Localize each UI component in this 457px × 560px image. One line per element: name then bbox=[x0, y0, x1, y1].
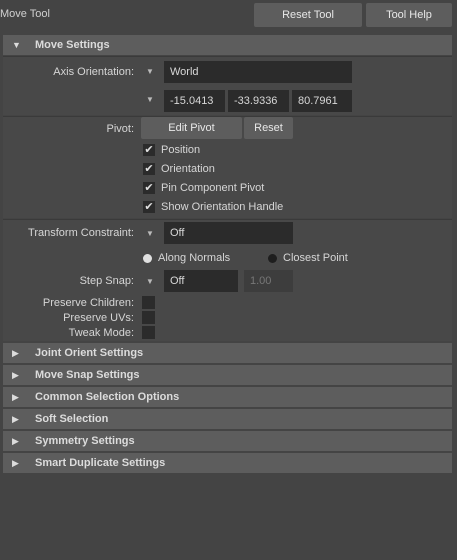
checkmark-icon[interactable]: ✔ bbox=[143, 201, 155, 213]
section-title: Symmetry Settings bbox=[35, 435, 135, 447]
along-normals-label: Along Normals bbox=[158, 252, 231, 264]
closest-point-label: Closest Point bbox=[283, 252, 348, 264]
section-common-selection-options[interactable]: ▶ Common Selection Options bbox=[3, 387, 452, 407]
section-move-snap-settings[interactable]: ▶ Move Snap Settings bbox=[3, 365, 452, 385]
position-label: Position bbox=[161, 144, 201, 156]
chevron-right-icon: ▶ bbox=[12, 391, 19, 402]
tweak-mode-checkbox[interactable] bbox=[142, 326, 155, 339]
section-title: Move Settings bbox=[35, 39, 110, 51]
show-orientation-handle-checkbox-row[interactable]: ✔ Show Orientation Handle bbox=[143, 201, 283, 213]
dropdown-arrow-icon: ▼ bbox=[146, 67, 154, 76]
section-move-settings[interactable]: ▼ Move Settings bbox=[3, 35, 452, 55]
window-title: Move Tool bbox=[0, 8, 50, 20]
section-title: Common Selection Options bbox=[35, 391, 180, 403]
chevron-right-icon: ▶ bbox=[12, 347, 19, 358]
preserve-uvs-label: Preserve UVs: bbox=[63, 312, 134, 324]
chevron-right-icon: ▶ bbox=[12, 457, 19, 468]
tool-help-button[interactable]: Tool Help bbox=[366, 3, 452, 27]
step-snap-dropdown[interactable]: Off bbox=[164, 270, 238, 292]
transform-constraint-dropdown[interactable]: Off bbox=[164, 222, 293, 244]
pin-component-pivot-checkbox-row[interactable]: ✔ Pin Component Pivot bbox=[143, 182, 264, 194]
section-title: Smart Duplicate Settings bbox=[35, 457, 166, 469]
coord-z-field[interactable]: 80.7961 bbox=[292, 90, 352, 112]
chevron-right-icon: ▶ bbox=[12, 435, 19, 446]
dropdown-arrow-icon: ▼ bbox=[146, 229, 154, 238]
transform-constraint-label: Transform Constraint: bbox=[28, 227, 134, 239]
edit-pivot-button[interactable]: Edit Pivot bbox=[141, 117, 242, 139]
position-checkbox-row[interactable]: ✔ Position bbox=[143, 144, 200, 156]
checkmark-icon[interactable]: ✔ bbox=[143, 182, 155, 194]
section-smart-duplicate-settings[interactable]: ▶ Smart Duplicate Settings bbox=[3, 453, 452, 473]
preserve-uvs-checkbox[interactable] bbox=[142, 311, 155, 324]
section-title: Move Snap Settings bbox=[35, 369, 140, 381]
preserve-children-checkbox[interactable] bbox=[142, 296, 155, 309]
reset-tool-button[interactable]: Reset Tool bbox=[254, 3, 362, 27]
coord-y-field[interactable]: -33.9336 bbox=[228, 90, 289, 112]
pin-component-pivot-label: Pin Component Pivot bbox=[161, 182, 265, 194]
section-symmetry-settings[interactable]: ▶ Symmetry Settings bbox=[3, 431, 452, 451]
axis-orientation-label: Axis Orientation: bbox=[53, 66, 134, 78]
section-title: Soft Selection bbox=[35, 413, 109, 425]
axis-orientation-dropdown[interactable]: World bbox=[164, 61, 352, 83]
radio-selected-icon[interactable] bbox=[143, 253, 152, 263]
checkmark-icon[interactable]: ✔ bbox=[143, 144, 155, 156]
section-soft-selection[interactable]: ▶ Soft Selection bbox=[3, 409, 452, 429]
step-snap-amount-field[interactable]: 1.00 bbox=[244, 270, 293, 292]
preserve-children-label: Preserve Children: bbox=[42, 297, 134, 309]
orientation-label: Orientation bbox=[161, 163, 215, 175]
section-title: Joint Orient Settings bbox=[35, 347, 144, 359]
section-joint-orient-settings[interactable]: ▶ Joint Orient Settings bbox=[3, 343, 452, 363]
radio-unselected-icon[interactable] bbox=[268, 253, 277, 263]
step-snap-label: Step Snap: bbox=[79, 275, 134, 287]
chevron-right-icon: ▶ bbox=[12, 369, 19, 380]
along-normals-radio-row[interactable]: Along Normals bbox=[143, 252, 230, 264]
orientation-checkbox-row[interactable]: ✔ Orientation bbox=[143, 163, 215, 175]
tweak-mode-label: Tweak Mode: bbox=[68, 327, 134, 339]
coords-dropdown-arrow-icon[interactable]: ▼ bbox=[146, 95, 154, 104]
closest-point-radio-row[interactable]: Closest Point bbox=[268, 252, 348, 264]
coord-x-field[interactable]: -15.0413 bbox=[164, 90, 225, 112]
dropdown-arrow-icon: ▼ bbox=[146, 277, 154, 286]
chevron-right-icon: ▶ bbox=[12, 413, 19, 424]
chevron-down-icon: ▼ bbox=[12, 40, 21, 50]
pivot-label: Pivot: bbox=[106, 123, 134, 135]
show-orientation-handle-label: Show Orientation Handle bbox=[161, 201, 284, 213]
pivot-reset-button[interactable]: Reset bbox=[244, 117, 293, 139]
checkmark-icon[interactable]: ✔ bbox=[143, 163, 155, 175]
